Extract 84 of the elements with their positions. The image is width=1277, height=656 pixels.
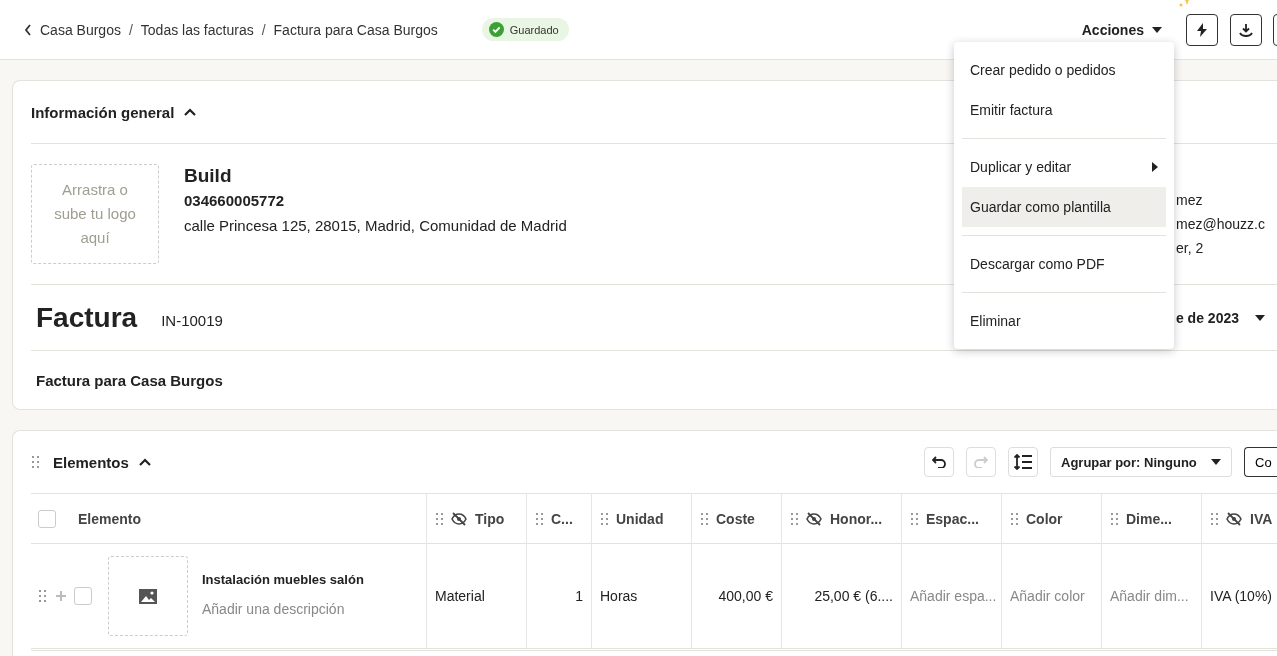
undo-icon: [932, 456, 946, 468]
menu-item[interactable]: Emitir factura: [962, 90, 1166, 130]
drag-handle-icon[interactable]: [700, 511, 708, 526]
eye-off-icon[interactable]: [451, 511, 467, 526]
column-header[interactable]: Tipo: [426, 493, 526, 544]
column-header[interactable]: Color: [1001, 493, 1101, 544]
date-field[interactable]: e de 2023: [1175, 309, 1239, 326]
table-cell: 400,00 €: [691, 544, 781, 651]
column-header[interactable]: Honor...: [781, 493, 901, 544]
description-field[interactable]: Añadir una descripción: [202, 600, 364, 617]
client-detail: mez: [1176, 191, 1203, 210]
group-by-dropdown[interactable]: Agrupar por: Ninguno: [1050, 447, 1232, 477]
row-height-button[interactable]: [1008, 447, 1038, 477]
table-cell: Horas: [591, 544, 691, 651]
document-number: IN-10019: [161, 312, 223, 329]
back-chevron-icon[interactable]: [24, 23, 32, 36]
table-cell: Añadir dim...: [1101, 544, 1201, 651]
table-cell: 25,00 € (6....: [781, 544, 901, 651]
row-checkbox[interactable]: [74, 587, 92, 605]
menu-item[interactable]: Guardar como plantilla: [962, 187, 1166, 227]
document-title: Factura para Casa Burgos: [36, 371, 223, 389]
lightning-button[interactable]: [1186, 13, 1218, 46]
undo-button[interactable]: [924, 447, 954, 477]
table-cell: 1: [526, 544, 591, 651]
drag-handle-icon[interactable]: [38, 589, 46, 603]
section-title: Elementos: [53, 453, 129, 471]
redo-icon: [974, 456, 988, 468]
drag-handle-icon[interactable]: [535, 511, 543, 526]
select-all-checkbox[interactable]: [38, 509, 56, 528]
client-detail: mez@houzz.c: [1176, 215, 1265, 234]
column-header[interactable]: Espac...: [901, 493, 1001, 544]
company-tax-id: 034660005772: [184, 191, 285, 211]
table-cell: IVA (10%): [1201, 544, 1277, 651]
drag-handle-icon[interactable]: [790, 511, 798, 526]
collapse-chevron-icon: [138, 458, 151, 466]
column-header[interactable]: Coste: [691, 493, 781, 544]
image-icon: [139, 588, 157, 604]
drag-handle-icon[interactable]: [31, 455, 39, 469]
table-cell: Material: [426, 544, 526, 651]
download-icon: [1239, 22, 1253, 37]
actions-button[interactable]: Acciones: [1081, 21, 1162, 38]
caret-icon: [1152, 26, 1162, 33]
column-header[interactable]: Elemento: [31, 493, 426, 544]
download-button[interactable]: [1230, 13, 1262, 46]
menu-item[interactable]: Descargar como PDF: [962, 244, 1166, 284]
collapse-chevron-icon: [184, 108, 197, 116]
menu-item[interactable]: Duplicar y editar: [962, 147, 1166, 187]
column-header[interactable]: C...: [526, 493, 591, 544]
drag-handle-icon[interactable]: [1210, 511, 1218, 526]
table-cell: Añadir color: [1001, 544, 1101, 651]
column-header[interactable]: Unidad: [591, 493, 691, 544]
column-header[interactable]: Dime...: [1101, 493, 1201, 544]
submenu-arrow-icon: [1152, 162, 1158, 172]
client-detail: er, 2: [1176, 239, 1204, 258]
column-header[interactable]: IVA: [1201, 493, 1277, 544]
columns-button[interactable]: Co: [1244, 447, 1277, 477]
breadcrumb-separator: /: [261, 21, 266, 38]
document-type: Factura: [36, 301, 138, 334]
breadcrumb-link[interactable]: Casa Burgos: [40, 21, 121, 38]
drag-handle-icon[interactable]: [910, 511, 918, 526]
add-icon[interactable]: [56, 591, 66, 601]
company-address: calle Princesa 125, 28015, Madrid, Comunidad de Madrid: [184, 216, 567, 236]
section-title: Información general: [31, 103, 175, 121]
table-cell: Añadir espa...: [901, 544, 1001, 651]
company-name: Build: [184, 164, 232, 188]
image-placeholder[interactable]: [108, 556, 188, 636]
menu-item[interactable]: Eliminar: [962, 301, 1166, 341]
breadcrumb-link[interactable]: Todas las facturas: [140, 21, 254, 38]
drag-handle-icon[interactable]: [600, 511, 608, 526]
menu-item[interactable]: Crear pedido o pedidos: [962, 50, 1166, 90]
drag-handle-icon[interactable]: [1010, 511, 1018, 526]
drag-handle-icon[interactable]: [435, 511, 443, 526]
caret-icon: [1255, 314, 1265, 321]
eye-off-icon[interactable]: [806, 511, 822, 526]
line-spacing-icon: [1014, 454, 1032, 470]
item-name: Instalación muebles salón: [202, 571, 364, 587]
breadcrumb-current: Factura para Casa Burgos: [273, 21, 438, 38]
caret-icon: [1211, 459, 1221, 465]
eye-off-icon[interactable]: [1226, 511, 1242, 526]
saved-badge: Guardado: [481, 18, 569, 41]
drag-handle-icon[interactable]: [1110, 511, 1118, 526]
lightning-icon: [1197, 22, 1207, 37]
breadcrumb-separator: /: [128, 21, 133, 38]
check-circle-icon: [488, 22, 504, 37]
